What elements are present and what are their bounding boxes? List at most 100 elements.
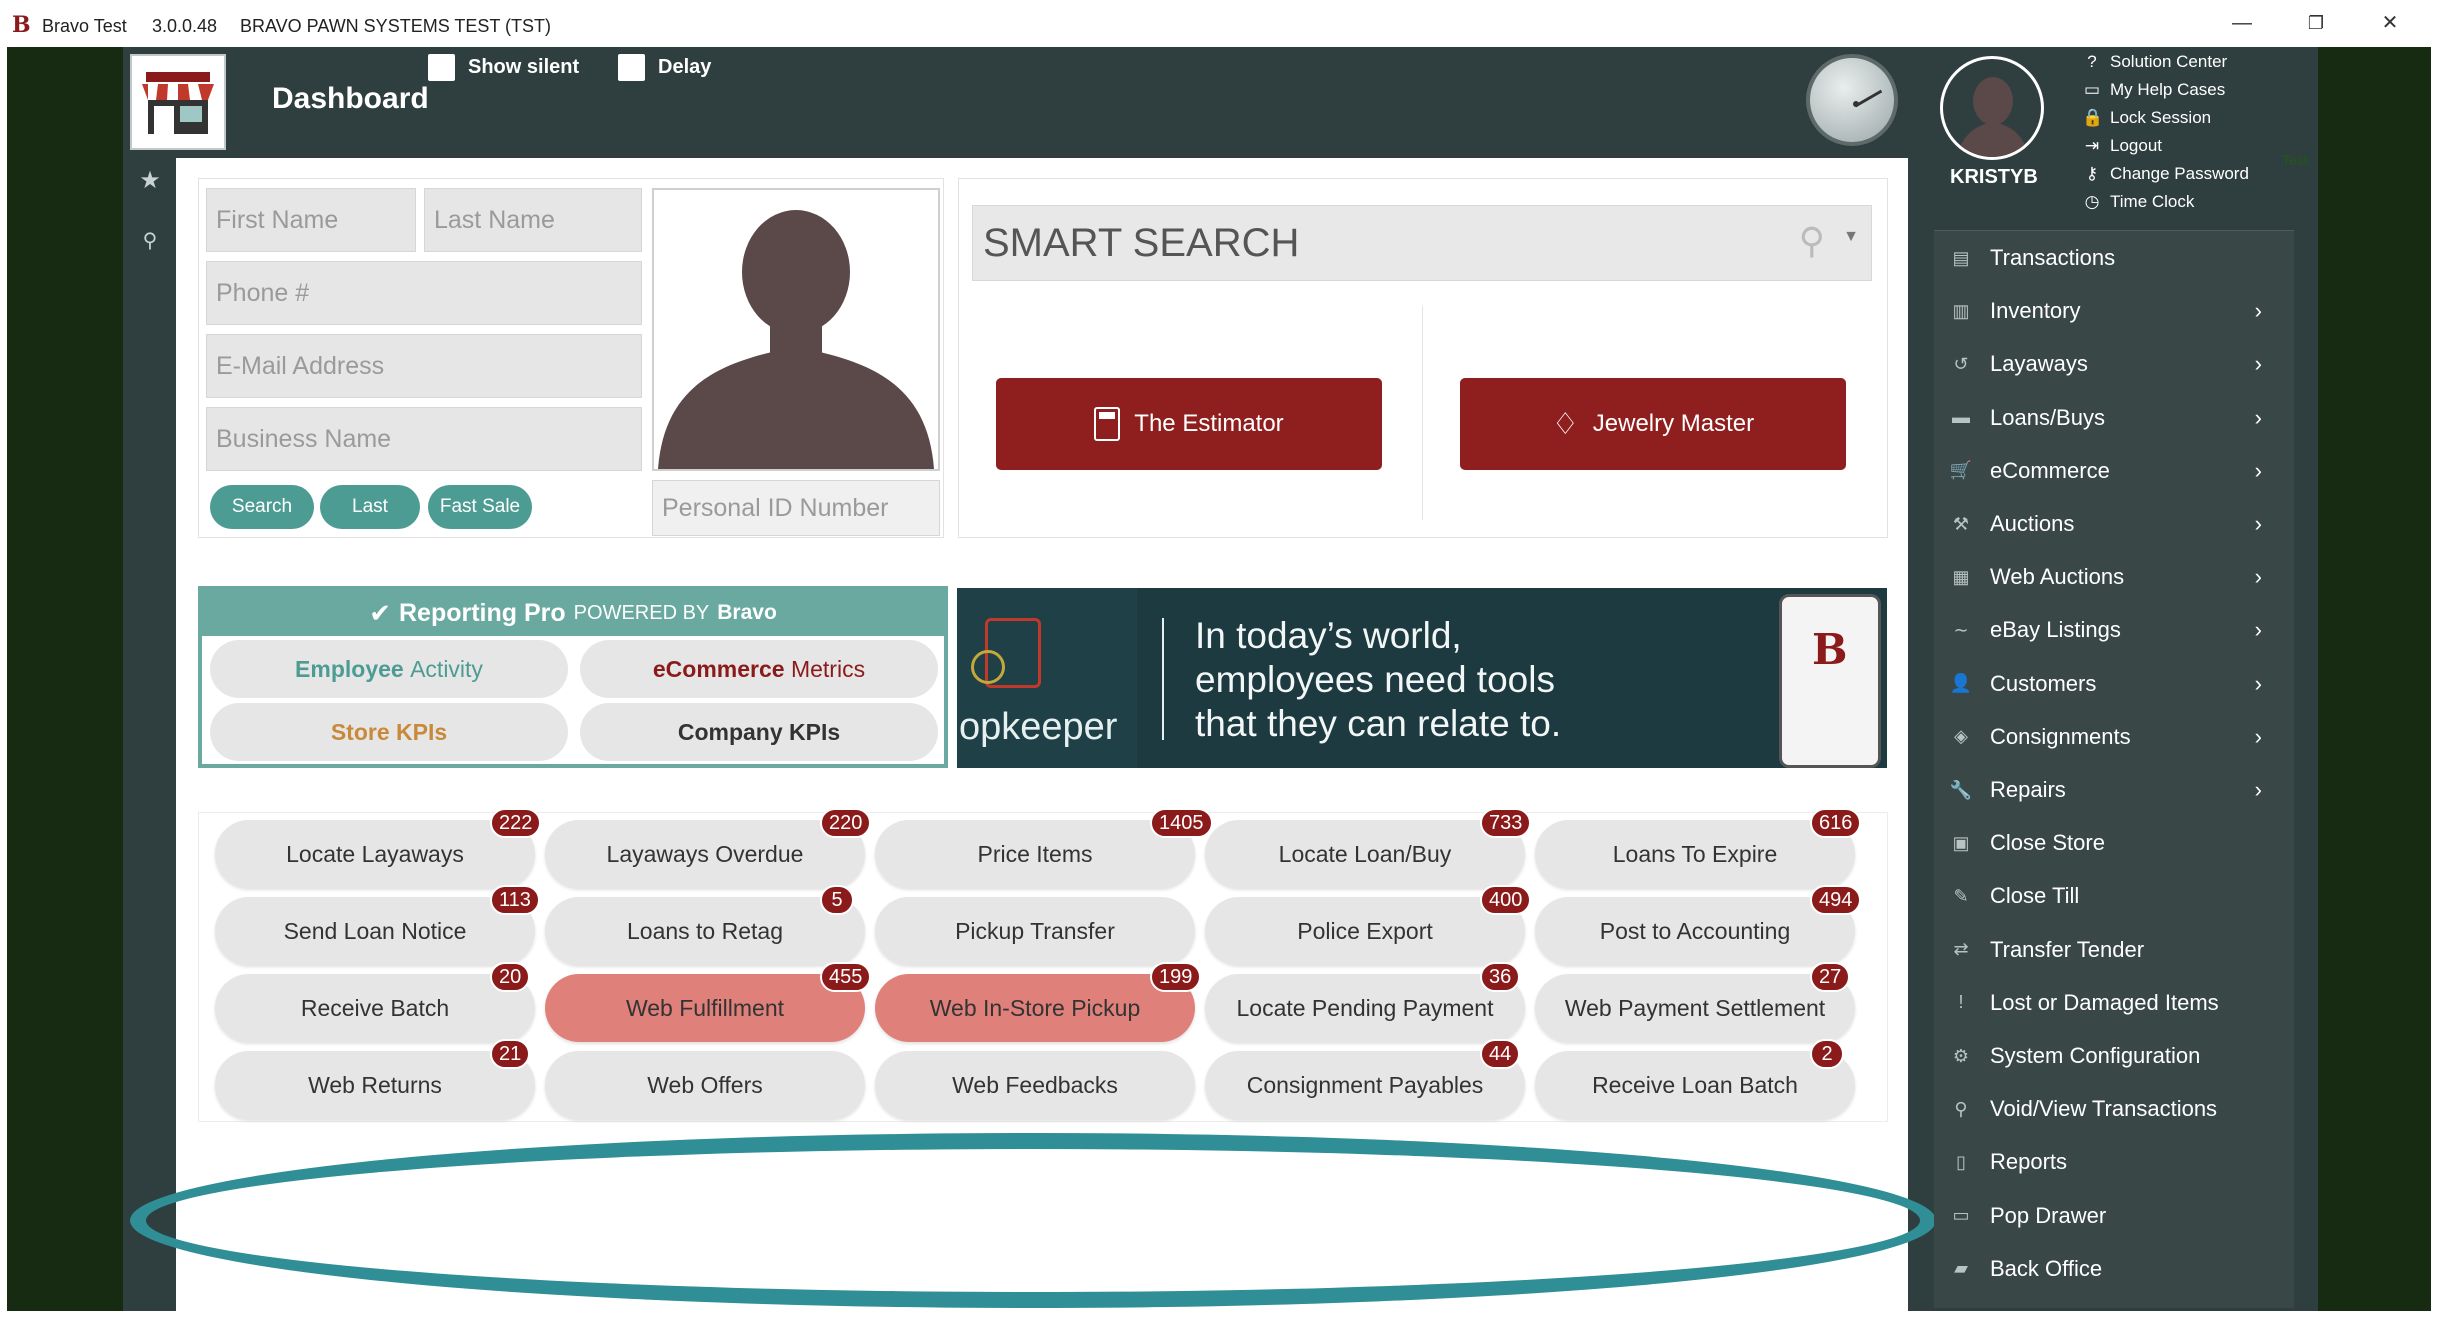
action-label: Receive Loan Batch [1592, 1071, 1798, 1098]
show-silent-label: Show silent [468, 56, 580, 78]
action-button[interactable]: Send Loan Notice [215, 897, 535, 965]
document-icon: ▯ [1956, 1151, 1966, 1172]
nav-item[interactable]: 👤 Customers › [1948, 664, 2274, 704]
delay-checkbox[interactable] [618, 54, 645, 81]
star-icon[interactable]: ★ [136, 166, 164, 194]
store-icon: ▣ [1952, 832, 1970, 853]
action-button[interactable]: Consignment Payables [1205, 1051, 1525, 1119]
logout-icon: ⇥ [2084, 136, 2100, 155]
chevron-right-icon: › [2254, 564, 2262, 590]
business-name-field[interactable]: Business Name [206, 407, 642, 471]
action-button[interactable]: Pickup Transfer [875, 897, 1195, 965]
count-badge: 36 [1480, 962, 1521, 992]
smart-search-input[interactable]: SMART SEARCH ⚲ ▼ [972, 205, 1872, 281]
app-name: Bravo Test [42, 16, 127, 36]
jewelry-master-button[interactable]: ♢ Jewelry Master [1460, 378, 1846, 470]
action-button[interactable]: Receive Loan Batch [1535, 1051, 1855, 1119]
email-field[interactable]: E-Mail Address [206, 334, 642, 398]
nav-item[interactable]: ▬ Loans/Buys › [1948, 398, 2274, 438]
nav-item[interactable]: ↺ Layaways › [1948, 344, 2274, 384]
action-button[interactable]: Web Offers [545, 1051, 865, 1119]
nav-item-label: Close Till [1990, 883, 2080, 909]
user-link[interactable]: ⚷ Change Password [2082, 164, 2249, 184]
action-button[interactable]: Price Items [875, 820, 1195, 888]
nav-item[interactable]: ▥ Inventory › [1948, 291, 2274, 331]
phone-field[interactable]: Phone # [206, 261, 642, 325]
dropdown-caret-icon[interactable]: ▼ [1843, 228, 1859, 246]
restore-button[interactable]: ❐ [2296, 10, 2336, 36]
reporting-check-icon: ✔ [369, 597, 391, 628]
employee-activity-button[interactable]: Employee Activity [210, 640, 568, 698]
user-link[interactable]: 🔒 Lock Session [2082, 108, 2211, 128]
action-button[interactable]: Web Feedbacks [875, 1051, 1195, 1119]
user-link-label: My Help Cases [2110, 80, 2226, 99]
first-name-field[interactable]: First Name [206, 188, 416, 252]
user-avatar[interactable] [1940, 56, 2044, 160]
action-label: Locate Pending Payment [1236, 994, 1494, 1021]
banner-line-1: In today’s world, [1195, 615, 1462, 656]
nav-item[interactable]: ⚙ System Configuration [1948, 1036, 2274, 1076]
chevron-right-icon: › [2254, 511, 2262, 536]
action-button[interactable]: Locate Loan/Buy [1205, 820, 1525, 888]
count-badge: 400 [1480, 885, 1532, 915]
edit-icon: ✎ [1953, 885, 1969, 906]
user-link[interactable]: ◷ Time Clock [2082, 192, 2195, 212]
action-label: Locate Loan/Buy [1278, 840, 1452, 867]
minimize-button[interactable]: — [2222, 10, 2262, 36]
user-link-label: Solution Center [2110, 52, 2228, 71]
pin-icon[interactable]: ⚲ [136, 228, 164, 256]
nav-item[interactable]: ◈ Consignments › [1948, 717, 2274, 757]
action-label: Consignment Payables [1246, 1071, 1484, 1098]
nav-item[interactable]: ▯ Reports [1948, 1142, 2274, 1182]
nav-item[interactable]: ⚲ Void/View Transactions [1948, 1089, 2274, 1129]
nav-item[interactable]: ▰ Back Office [1948, 1249, 2274, 1289]
store-kpis-button[interactable]: Store KPIs [210, 703, 568, 761]
diamond-icon: ♢ [1551, 407, 1579, 441]
nav-item[interactable]: ▤ Transactions [1948, 238, 2274, 278]
last-name-field[interactable]: Last Name [424, 188, 642, 252]
divider [1422, 306, 1423, 520]
personal-id-field[interactable]: Personal ID Number [652, 480, 940, 536]
nav-item[interactable]: ✎ Close Till [1948, 876, 2274, 916]
ecommerce-metrics-button[interactable]: eCommerce Metrics [580, 640, 938, 698]
customer-photo[interactable] [652, 188, 940, 471]
nav-item[interactable]: ▣ Close Store [1948, 823, 2274, 863]
estimator-button[interactable]: The Estimator [996, 378, 1382, 470]
action-button[interactable]: Layaways Overdue [545, 820, 865, 888]
chevron-right-icon: › [2254, 351, 2262, 377]
store-icon[interactable] [130, 54, 226, 150]
phone-mockup: B [1779, 594, 1881, 768]
action-button[interactable]: Loans to Retag [545, 897, 865, 965]
user-link[interactable]: ▭ My Help Cases [2082, 80, 2225, 100]
action-button[interactable]: Web In-Store Pickup [875, 974, 1195, 1042]
jewelry-master-label: Jewelry Master [1592, 410, 1755, 437]
action-button[interactable]: Locate Layaways [215, 820, 535, 888]
nav-item[interactable]: 🔧 Repairs › [1948, 770, 2274, 810]
nav-item[interactable]: ∼ eBay Listings › [1948, 610, 2274, 650]
action-button[interactable]: Police Export [1205, 897, 1525, 965]
last-button[interactable]: Last [320, 485, 420, 529]
nav-item[interactable]: ▦ Web Auctions › [1948, 557, 2274, 597]
action-button[interactable]: Receive Batch [215, 974, 535, 1042]
nav-item[interactable]: ⚒ Auctions › [1948, 504, 2274, 544]
clock-icon[interactable] [1806, 54, 1898, 146]
search-button[interactable]: Search [210, 485, 314, 529]
user-link[interactable]: ⇥ Logout [2082, 136, 2162, 156]
action-button[interactable]: Web Payment Settlement [1535, 974, 1855, 1042]
promo-banner[interactable]: opkeeper In today’s world, employees nee… [957, 588, 1887, 768]
fast-sale-button[interactable]: Fast Sale [428, 485, 532, 529]
action-button[interactable]: Post to Accounting [1535, 897, 1855, 965]
action-button[interactable]: Locate Pending Payment [1205, 974, 1525, 1042]
close-button[interactable]: ✕ [2370, 10, 2410, 36]
show-silent-checkbox[interactable] [428, 54, 455, 81]
action-button[interactable]: Loans To Expire [1535, 820, 1855, 888]
user-link[interactable]: ? Solution Center [2082, 52, 2227, 72]
nav-item[interactable]: ▭ Pop Drawer [1948, 1196, 2274, 1236]
nav-item[interactable]: 🛒 eCommerce › [1948, 451, 2274, 491]
nav-item[interactable]: ⇄ Transfer Tender [1948, 930, 2274, 970]
action-button[interactable]: Web Returns [215, 1051, 535, 1119]
magnifier-icon[interactable]: ⚲ [1799, 220, 1825, 262]
action-button[interactable]: Web Fulfillment [545, 974, 865, 1042]
company-kpis-button[interactable]: Company KPIs [580, 703, 938, 761]
nav-item[interactable]: ! Lost or Damaged Items [1948, 983, 2274, 1023]
